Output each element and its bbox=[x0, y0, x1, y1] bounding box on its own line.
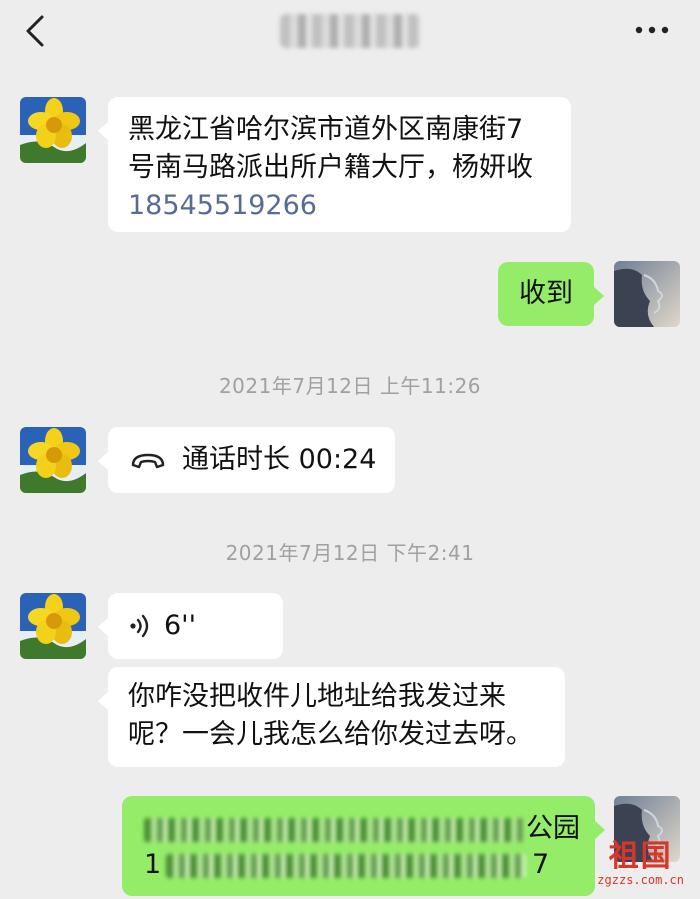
more-dots-icon[interactable] bbox=[634, 24, 670, 36]
redacted-text bbox=[144, 818, 524, 842]
flower-avatar-icon bbox=[20, 97, 86, 163]
message-bubble-sent-address[interactable]: 公园 1 7 bbox=[122, 796, 605, 896]
redacted-text bbox=[166, 854, 526, 878]
message-line: 你咋没把收件儿地址给我发过来 bbox=[128, 681, 506, 712]
timestamp: 2021年7月12日 下午2:41 bbox=[225, 541, 475, 565]
chat-header bbox=[0, 0, 700, 62]
contact-name-blurred bbox=[280, 14, 420, 48]
watermark-brand: 祖国 bbox=[608, 839, 673, 874]
message-line: 呢？一会儿我怎么给你发过去呀。 bbox=[128, 719, 533, 750]
site-watermark: 祖国 zgzzs.com.cn bbox=[597, 839, 684, 888]
message-text-fragment: 公园 bbox=[526, 813, 580, 844]
voice-wave-icon bbox=[130, 614, 149, 638]
message-bubble[interactable]: 你咋没把收件儿地址给我发过来 呢？一会儿我怎么给你发过去呀。 bbox=[98, 667, 565, 767]
phone-number-link[interactable]: 18545519266 bbox=[128, 187, 551, 225]
voice-duration: 6'' bbox=[164, 610, 197, 641]
voice-message-bubble[interactable]: 6'' bbox=[98, 593, 283, 659]
watermark-url: zgzzs.com.cn bbox=[597, 873, 684, 887]
phone-hangup-icon bbox=[131, 453, 165, 469]
flower-avatar-icon bbox=[20, 593, 86, 659]
profile-avatar-icon bbox=[614, 261, 680, 327]
timestamp: 2021年7月12日 上午11:26 bbox=[218, 374, 482, 398]
call-duration-text: 通话时长 00:24 bbox=[182, 444, 377, 475]
message-text: 收到 bbox=[519, 278, 573, 309]
my-avatar[interactable] bbox=[614, 261, 680, 327]
message-bubble-sent[interactable]: 收到 bbox=[498, 262, 604, 326]
message-line: 黑龙江省哈尔滨市道外区南康街7 bbox=[128, 114, 524, 145]
contact-avatar[interactable] bbox=[20, 427, 86, 493]
flower-avatar-icon bbox=[20, 427, 86, 493]
call-record-bubble[interactable]: 通话时长 00:24 bbox=[98, 427, 395, 493]
contact-avatar[interactable] bbox=[20, 593, 86, 659]
message-line: 号南马路派出所户籍大厅，杨妍收 bbox=[128, 152, 533, 183]
chevron-left-icon[interactable] bbox=[22, 14, 50, 48]
message-text-fragment: 7 bbox=[532, 849, 550, 880]
contact-avatar[interactable] bbox=[20, 97, 86, 163]
message-text-fragment: 1 bbox=[144, 849, 162, 880]
message-bubble-address[interactable]: 黑龙江省哈尔滨市道外区南康街7 号南马路派出所户籍大厅，杨妍收 18545519… bbox=[98, 97, 571, 232]
